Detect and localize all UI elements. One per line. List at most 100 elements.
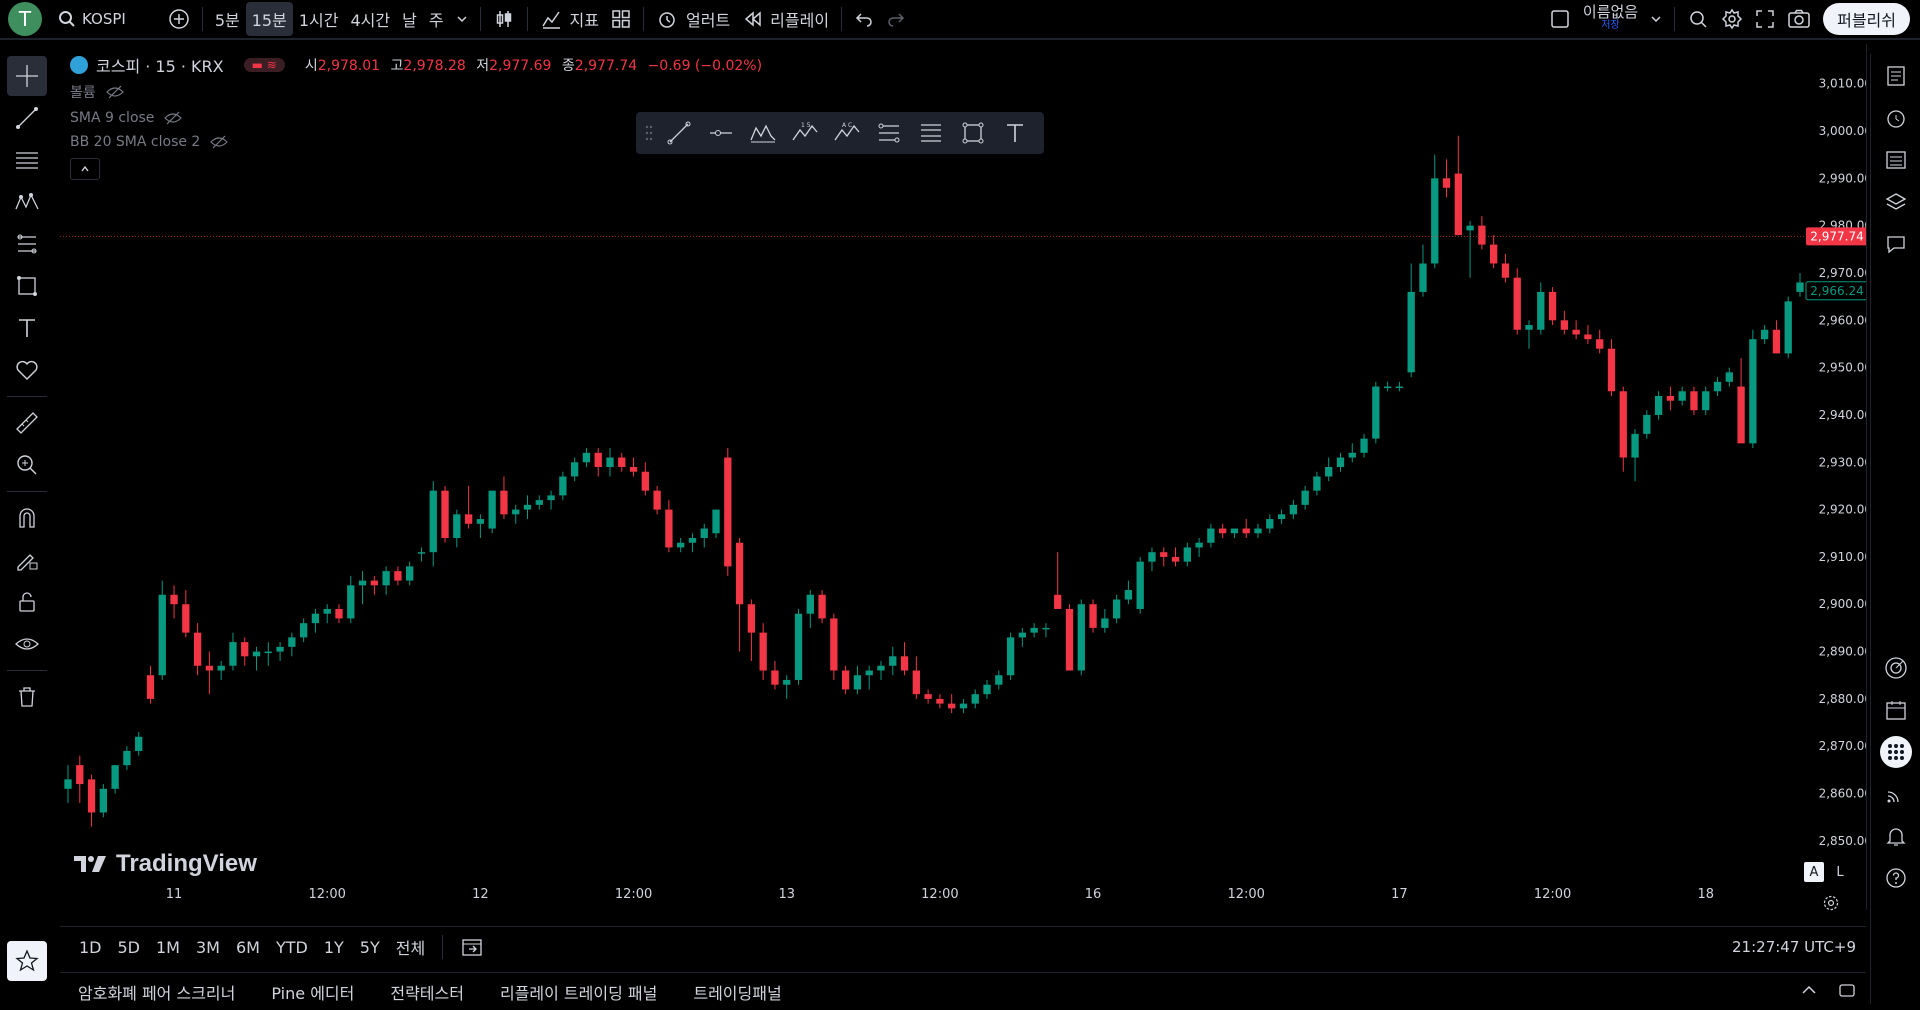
multi-layout-button[interactable] bbox=[1543, 0, 1577, 39]
range-1y[interactable]: 1Y bbox=[319, 938, 349, 957]
interval-day[interactable]: 날 bbox=[396, 0, 423, 39]
interval-4h[interactable]: 4시간 bbox=[344, 0, 396, 39]
stay-in-drawing-tool[interactable] bbox=[7, 540, 47, 580]
interval-15m[interactable]: 15분 bbox=[245, 2, 293, 36]
watchlist-button[interactable] bbox=[1876, 56, 1916, 96]
interval-5m[interactable]: 5분 bbox=[209, 0, 246, 39]
help-button[interactable] bbox=[1876, 858, 1916, 898]
draw-elliott-wave[interactable]: 1 5 bbox=[786, 114, 824, 152]
tab-strategy-tester[interactable]: 전략테스터 bbox=[372, 980, 482, 1004]
eye-off-icon[interactable] bbox=[164, 111, 183, 125]
candle bbox=[559, 471, 567, 501]
draw-trend-line[interactable] bbox=[660, 114, 698, 152]
interval-1h[interactable]: 1시간 bbox=[293, 0, 345, 39]
compare-add-button[interactable] bbox=[162, 0, 196, 39]
interval-dropdown[interactable] bbox=[450, 0, 474, 39]
publish-button[interactable]: 퍼블리쉬 bbox=[1823, 3, 1910, 35]
hide-drawings-tool[interactable] bbox=[7, 624, 47, 664]
candle-body bbox=[924, 694, 932, 699]
draw-abc-wave[interactable]: A C bbox=[828, 114, 866, 152]
measure-tool[interactable] bbox=[7, 403, 47, 443]
collapse-legend-button[interactable] bbox=[70, 158, 100, 180]
zoom-tool[interactable] bbox=[7, 445, 47, 485]
range-all[interactable]: 전체 bbox=[391, 935, 430, 959]
time-axis-settings[interactable] bbox=[1822, 894, 1840, 916]
indicator-sma[interactable]: SMA 9 close bbox=[70, 110, 228, 126]
pattern-tool[interactable] bbox=[7, 182, 47, 222]
magnet-tool[interactable] bbox=[7, 498, 47, 538]
remove-drawings-tool[interactable] bbox=[7, 677, 47, 717]
data-window-button[interactable] bbox=[1876, 140, 1916, 180]
tradingview-watermark[interactable]: TradingView bbox=[74, 850, 257, 878]
text-tool[interactable] bbox=[7, 308, 47, 348]
tab-replay-trading-panel[interactable]: 리플레이 트레이딩 패널 bbox=[482, 980, 675, 1004]
geometric-shapes-tool[interactable] bbox=[7, 266, 47, 306]
range-5y[interactable]: 5Y bbox=[355, 938, 385, 957]
chats-button[interactable] bbox=[1876, 224, 1916, 264]
layout-templates-button[interactable] bbox=[605, 0, 637, 39]
draw-horizontal-ray[interactable] bbox=[702, 114, 740, 152]
streams-button[interactable] bbox=[1876, 774, 1916, 814]
replay-button[interactable]: 리플레이 bbox=[736, 0, 835, 39]
fullscreen-button[interactable] bbox=[1749, 0, 1781, 39]
draw-fib-channel[interactable] bbox=[912, 114, 950, 152]
candlestick-chart[interactable]: 2,850.00 2,860.00 2,870.00 2,880.00 2,890.00… bbox=[60, 44, 1866, 910]
calendar-button[interactable] bbox=[1876, 690, 1916, 730]
object-tree-button[interactable] bbox=[1876, 182, 1916, 222]
range-1m[interactable]: 1M bbox=[151, 938, 185, 957]
snapshot-button[interactable] bbox=[1781, 0, 1817, 39]
maximize-panel-button[interactable] bbox=[1828, 981, 1866, 1003]
candle bbox=[665, 500, 673, 553]
indicator-bb[interactable]: BB 20 SMA close 2 bbox=[70, 134, 229, 150]
clock-timezone[interactable]: 21:27:47 UTC+9 bbox=[1732, 938, 1856, 956]
tab-trading-panel[interactable]: 트레이딩패널 bbox=[675, 980, 799, 1004]
range-6m[interactable]: 6M bbox=[231, 938, 265, 957]
ideas-button[interactable] bbox=[1876, 648, 1916, 688]
icons-tool[interactable] bbox=[7, 350, 47, 390]
drag-handle[interactable] bbox=[642, 114, 656, 152]
favorites-tool[interactable] bbox=[7, 941, 47, 981]
draw-text[interactable] bbox=[996, 114, 1034, 152]
layout-name-button[interactable]: 이름없음 저장 bbox=[1577, 0, 1644, 39]
settings-button[interactable] bbox=[1715, 0, 1749, 39]
prediction-tool[interactable] bbox=[7, 224, 47, 264]
draw-rectangle[interactable] bbox=[954, 114, 992, 152]
range-ytd[interactable]: YTD bbox=[271, 938, 313, 957]
user-avatar[interactable]: T bbox=[8, 2, 42, 36]
range-5d[interactable]: 5D bbox=[113, 938, 146, 957]
chart-pane[interactable]: 2,850.00 2,860.00 2,870.00 2,880.00 2,890.00… bbox=[60, 44, 1867, 911]
products-button[interactable] bbox=[1876, 732, 1916, 772]
fib-tool[interactable] bbox=[7, 140, 47, 180]
goto-date-button[interactable] bbox=[455, 936, 489, 958]
tab-crypto-screener[interactable]: 암호화폐 페어 스크리너 bbox=[60, 980, 253, 1004]
draw-pattern[interactable] bbox=[744, 114, 782, 152]
notifications-button[interactable] bbox=[1876, 816, 1916, 856]
tab-pine-editor[interactable]: Pine 에디터 bbox=[253, 980, 372, 1004]
draw-fib-retracement[interactable] bbox=[870, 114, 908, 152]
alerts-panel-button[interactable] bbox=[1876, 98, 1916, 138]
lock-drawings-tool[interactable] bbox=[7, 582, 47, 622]
legend-title[interactable]: 코스피 · 15 · KRX bbox=[96, 53, 224, 77]
auto-scale-button[interactable]: A bbox=[1804, 862, 1824, 882]
candle bbox=[853, 665, 862, 695]
range-3m[interactable]: 3M bbox=[191, 938, 225, 957]
redo-button[interactable] bbox=[880, 0, 912, 39]
expand-panel-button[interactable] bbox=[1790, 981, 1828, 1003]
quick-search-button[interactable] bbox=[1681, 0, 1715, 39]
alert-button[interactable]: 얼러트 bbox=[650, 0, 736, 39]
chart-type-button[interactable] bbox=[487, 0, 521, 39]
indicator-volume[interactable]: 볼륨 bbox=[70, 82, 228, 102]
undo-button[interactable] bbox=[848, 0, 880, 39]
drag-dots-icon bbox=[645, 125, 653, 141]
symbol-search-button[interactable]: KOSPI bbox=[52, 0, 132, 39]
layout-dropdown[interactable] bbox=[1644, 0, 1668, 39]
interval-week[interactable]: 주 bbox=[423, 0, 450, 39]
range-1d[interactable]: 1D bbox=[74, 938, 107, 957]
candle-body bbox=[64, 779, 72, 789]
eye-off-icon[interactable] bbox=[105, 85, 124, 99]
trend-line-tool[interactable] bbox=[7, 98, 47, 138]
crosshair-tool[interactable] bbox=[7, 56, 47, 96]
indicators-button[interactable]: 지표 bbox=[534, 0, 605, 39]
log-scale-button[interactable]: L bbox=[1830, 862, 1850, 882]
eye-off-icon[interactable] bbox=[210, 135, 229, 149]
